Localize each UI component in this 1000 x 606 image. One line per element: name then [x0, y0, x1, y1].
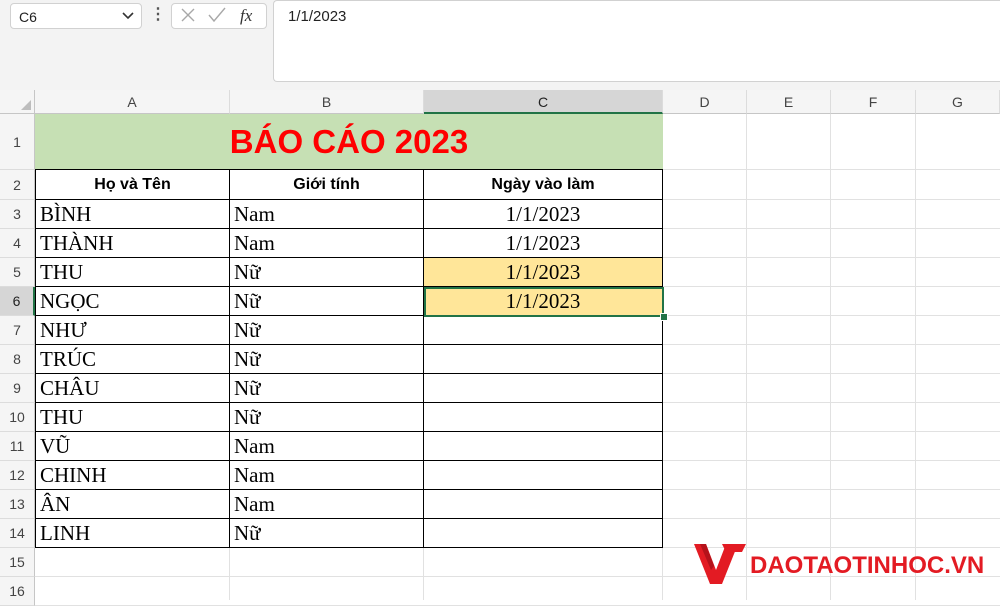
row-header-10[interactable]: 10 — [0, 403, 35, 432]
date-cell[interactable] — [424, 432, 663, 461]
formula-bar[interactable]: 1/1/2023 — [273, 0, 1000, 82]
row-header-13[interactable]: 13 — [0, 490, 35, 519]
select-all-button[interactable] — [0, 90, 35, 114]
name-cell[interactable]: THÀNH — [35, 229, 230, 258]
row-header-4[interactable]: 4 — [0, 229, 35, 258]
name-cell[interactable]: THU — [35, 403, 230, 432]
date-cell[interactable] — [424, 490, 663, 519]
date-cell[interactable] — [424, 519, 663, 548]
row-header-8[interactable]: 8 — [0, 345, 35, 374]
formula-buttons: fx — [171, 3, 267, 29]
column-header-d[interactable]: D — [663, 90, 747, 114]
name-cell[interactable]: TRÚC — [35, 345, 230, 374]
name-box[interactable]: C6 — [10, 3, 142, 29]
name-box-value: C6 — [19, 9, 37, 25]
row-header-7[interactable]: 7 — [0, 316, 35, 345]
row-header-9[interactable]: 9 — [0, 374, 35, 403]
name-cell[interactable]: ÂN — [35, 490, 230, 519]
row-header-12[interactable]: 12 — [0, 461, 35, 490]
gridline — [830, 114, 831, 600]
column-header-g[interactable]: G — [916, 90, 1000, 114]
gridline — [746, 114, 747, 600]
date-cell[interactable] — [424, 316, 663, 345]
site-logo: DAOTAOTINHOC.VN — [692, 540, 992, 590]
gender-cell[interactable]: Nam — [230, 229, 424, 258]
name-cell[interactable]: CHÂU — [35, 374, 230, 403]
table-header-cell[interactable]: Họ và Tên — [35, 170, 230, 200]
row-header-5[interactable]: 5 — [0, 258, 35, 287]
formula-toolbar: C6 ⋮ fx 1/1/2023 — [0, 0, 1000, 90]
row-header-11[interactable]: 11 — [0, 432, 35, 461]
name-cell[interactable]: LINH — [35, 519, 230, 548]
report-title-cell[interactable]: BÁO CÁO 2023 — [35, 114, 663, 170]
close-icon[interactable] — [180, 7, 196, 28]
fx-icon[interactable]: fx — [240, 6, 252, 26]
date-cell[interactable]: 1/1/2023 — [424, 287, 663, 316]
gender-cell[interactable]: Nam — [230, 432, 424, 461]
gender-cell[interactable]: Nam — [230, 490, 424, 519]
name-cell[interactable]: THU — [35, 258, 230, 287]
name-cell[interactable]: VŨ — [35, 432, 230, 461]
gender-cell[interactable]: Nữ — [230, 287, 424, 316]
date-cell[interactable]: 1/1/2023 — [424, 258, 663, 287]
row-header-6[interactable]: 6 — [0, 287, 35, 316]
date-cell[interactable] — [424, 403, 663, 432]
gender-cell[interactable]: Nam — [230, 200, 424, 229]
name-cell[interactable]: NGỌC — [35, 287, 230, 316]
column-header-b[interactable]: B — [230, 90, 424, 114]
column-header-c[interactable]: C — [424, 90, 663, 114]
check-icon[interactable] — [208, 7, 226, 28]
table-header-cell[interactable]: Giới tính — [230, 170, 424, 200]
name-cell[interactable]: NHƯ — [35, 316, 230, 345]
date-cell[interactable] — [424, 374, 663, 403]
date-cell[interactable]: 1/1/2023 — [424, 200, 663, 229]
date-cell[interactable] — [424, 461, 663, 490]
formula-bar-value: 1/1/2023 — [288, 8, 347, 25]
gridline — [915, 114, 916, 600]
column-header-f[interactable]: F — [831, 90, 916, 114]
row-header-15[interactable]: 15 — [0, 548, 35, 577]
gender-cell[interactable]: Nữ — [230, 519, 424, 548]
logo-text: DAOTAOTINHOC.VN — [750, 552, 985, 579]
column-header-a[interactable]: A — [35, 90, 230, 114]
row-header-3[interactable]: 3 — [0, 200, 35, 229]
date-cell[interactable]: 1/1/2023 — [424, 229, 663, 258]
gender-cell[interactable]: Nữ — [230, 258, 424, 287]
table-header-cell[interactable]: Ngày vào làm — [424, 170, 663, 200]
worksheet-grid[interactable]: ABCDEFG 1 2 3 4 5 6 7 8 9 10 11 12 13 14 15 16 BÁO CÁO … — [0, 90, 1000, 606]
name-cell[interactable]: CHINH — [35, 461, 230, 490]
more-vertical-icon[interactable]: ⋮ — [150, 4, 166, 24]
column-header-e[interactable]: E — [747, 90, 831, 114]
logo-mark-icon — [694, 544, 746, 584]
row-header-16[interactable]: 16 — [0, 577, 35, 606]
gender-cell[interactable]: Nữ — [230, 345, 424, 374]
gender-cell[interactable]: Nữ — [230, 374, 424, 403]
chevron-down-icon[interactable] — [121, 8, 135, 25]
gender-cell[interactable]: Nữ — [230, 403, 424, 432]
date-cell[interactable] — [424, 345, 663, 374]
gender-cell[interactable]: Nữ — [230, 316, 424, 345]
name-cell[interactable]: BÌNH — [35, 200, 230, 229]
row-header-1[interactable]: 1 — [0, 114, 35, 170]
gender-cell[interactable]: Nam — [230, 461, 424, 490]
row-header-14[interactable]: 14 — [0, 519, 35, 548]
row-header-2[interactable]: 2 — [0, 170, 35, 200]
fill-handle[interactable] — [660, 313, 668, 321]
